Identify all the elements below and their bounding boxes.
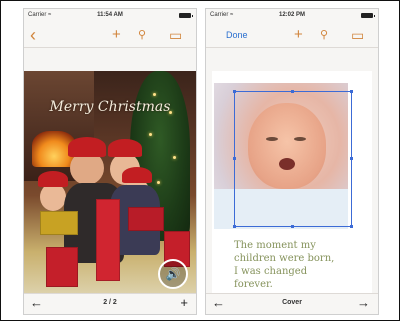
add-icon[interactable]: + <box>112 26 121 44</box>
tree-light <box>149 133 152 136</box>
page-caption[interactable]: The moment my children were born, I was … <box>234 239 374 291</box>
bottom-toolbar: ← Cover → <box>206 293 378 314</box>
crop-handle[interactable] <box>233 90 236 93</box>
crop-selection-box[interactable] <box>233 90 353 228</box>
santa-hat <box>108 139 142 157</box>
add-icon[interactable]: + <box>294 26 303 44</box>
right-arrow-icon[interactable]: → <box>357 295 370 310</box>
card-greeting[interactable]: Merry Christmas <box>28 99 192 115</box>
tool-icon[interactable]: ⚲ <box>320 26 328 44</box>
back-chevron-icon[interactable]: ‹ <box>30 26 36 44</box>
gift-box <box>128 207 164 231</box>
right-phone-screen: Carrier ≈ 12:02 PM Done + ⚲ ▭ The moment… <box>205 8 379 315</box>
page-label: Cover <box>282 299 302 306</box>
add-page-icon[interactable]: + <box>180 295 188 310</box>
tree-light <box>153 93 156 96</box>
battery-icon <box>361 13 375 18</box>
status-time: 11:54 AM <box>97 12 123 18</box>
crop-handle[interactable] <box>233 225 236 228</box>
crop-handle[interactable] <box>291 90 294 93</box>
santa-hat <box>38 171 68 187</box>
gift-box <box>40 211 78 235</box>
tool-icon[interactable]: ⚲ <box>138 26 146 44</box>
gift-box <box>46 247 78 287</box>
sound-button[interactable]: 🔊 <box>158 259 188 289</box>
caption-line: The moment my <box>234 240 316 251</box>
gift-box <box>96 199 120 281</box>
left-phone-screen: Carrier ≈ 11:54 AM ‹ + ⚲ ▭ Merry Christm… <box>23 8 197 315</box>
page-indicator: 2 / 2 <box>103 299 117 306</box>
crop-handle[interactable] <box>350 157 353 160</box>
santa-hat <box>122 167 152 183</box>
book-icon[interactable]: ▭ <box>351 26 364 44</box>
status-bar: Carrier ≈ 11:54 AM <box>24 9 196 23</box>
battery-icon <box>179 13 193 18</box>
book-icon[interactable]: ▭ <box>169 26 182 44</box>
status-bar: Carrier ≈ 12:02 PM <box>206 9 378 23</box>
child-face <box>40 183 66 211</box>
status-time: 12:02 PM <box>278 12 305 18</box>
crop-handle[interactable] <box>350 90 353 93</box>
top-toolbar: ‹ + ⚲ ▭ <box>24 23 196 48</box>
santa-hat <box>68 137 106 157</box>
caption-line: children were born, <box>234 253 335 264</box>
caption-line: I was changed <box>234 266 308 277</box>
crop-handle[interactable] <box>291 225 294 228</box>
tree-light <box>157 181 160 184</box>
done-button[interactable]: Done <box>226 26 248 44</box>
top-toolbar: Done + ⚲ ▭ <box>206 23 378 48</box>
crop-handle[interactable] <box>350 225 353 228</box>
tree-light <box>173 156 176 159</box>
caption-line: forever. <box>234 279 273 290</box>
bottom-toolbar: ← 2 / 2 + <box>24 293 196 314</box>
christmas-card-photo[interactable]: Merry Christmas 🔊 <box>24 71 196 297</box>
cover-page[interactable]: The moment my children were born, I was … <box>212 71 372 297</box>
crop-handle[interactable] <box>233 157 236 160</box>
